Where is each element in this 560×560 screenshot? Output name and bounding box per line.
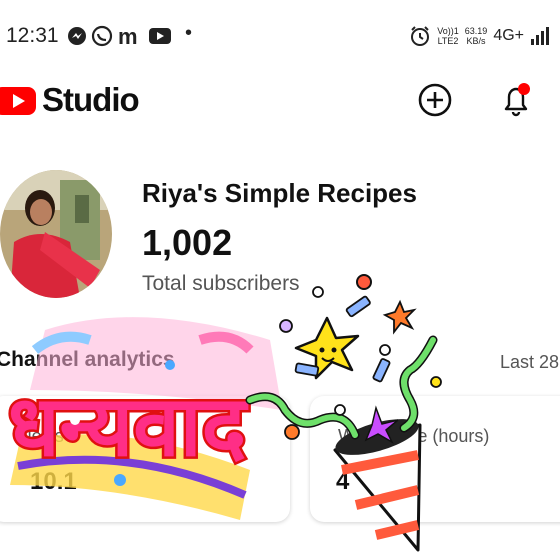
views-label: Views bbox=[16, 426, 64, 446]
watch-time-card[interactable]: Watch time (hours) 4 bbox=[310, 396, 560, 522]
network-speed: 63.19 KB/s bbox=[464, 26, 488, 46]
status-right: Vo))1 LTE2 63.19 KB/s 4G+ bbox=[409, 20, 550, 52]
channel-name: Riya's Simple Recipes bbox=[142, 178, 417, 208]
channel-avatar[interactable] bbox=[0, 170, 112, 298]
watch-time-value: 4 bbox=[336, 468, 350, 495]
gmail-m-icon: m bbox=[118, 24, 138, 49]
channel-analytics-title: Channel analytics bbox=[0, 348, 175, 371]
status-time: 12:31 bbox=[6, 24, 59, 47]
app-title: Studio bbox=[42, 81, 140, 118]
volte-indicator: Vo))1 LTE2 bbox=[437, 26, 459, 46]
svg-text:m: m bbox=[118, 24, 138, 49]
more-notifications-dot: • bbox=[185, 22, 193, 44]
watch-time-label: Watch time (hours) bbox=[338, 426, 490, 446]
notification-icons: m bbox=[66, 22, 196, 50]
date-range-label[interactable]: Last 28 bbox=[500, 352, 559, 373]
network-type: 4G+ bbox=[493, 27, 524, 44]
alarm-icon bbox=[411, 26, 430, 46]
youtube-icon bbox=[149, 28, 171, 44]
studio-logo bbox=[0, 80, 40, 120]
views-value: 10.1 bbox=[30, 468, 77, 495]
signal-icon bbox=[531, 27, 549, 45]
subscriber-count: 1,002 bbox=[142, 222, 233, 263]
views-card[interactable]: Views 10.1 bbox=[0, 396, 290, 522]
create-button[interactable] bbox=[417, 82, 453, 118]
whatsapp-icon bbox=[91, 25, 113, 47]
messenger-icon bbox=[68, 27, 86, 45]
create-plus-icon bbox=[418, 83, 452, 117]
youtube-logo-icon bbox=[0, 87, 36, 115]
subscriber-label: Total subscribers bbox=[142, 272, 300, 295]
notifications-button[interactable] bbox=[496, 80, 536, 120]
smiling-star-icon bbox=[294, 316, 360, 380]
notification-dot bbox=[518, 83, 530, 95]
status-bar: 12:31 m • Vo))1 LTE2 63.19 KB/s 4G+ bbox=[0, 0, 560, 70]
notification-bell-icon bbox=[504, 83, 530, 117]
